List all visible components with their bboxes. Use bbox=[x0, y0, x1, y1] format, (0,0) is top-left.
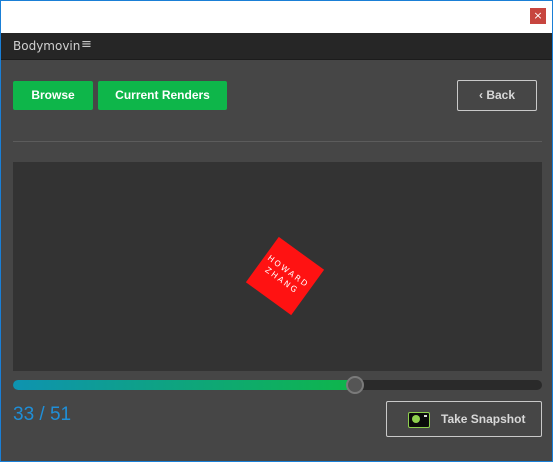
animation-preview: HOWARD ZHANG bbox=[13, 162, 542, 371]
timeline-slider-thumb[interactable] bbox=[346, 376, 365, 394]
bodymovin-panel: Bodymovin ≡ Browse Current Renders ‹ Bac… bbox=[1, 33, 552, 461]
take-snapshot-button[interactable]: Take Snapshot bbox=[386, 401, 542, 437]
panel-header: Bodymovin ≡ bbox=[1, 33, 552, 60]
timeline-slider-fill bbox=[13, 380, 356, 390]
browse-button[interactable]: Browse bbox=[13, 81, 93, 110]
plugin-window: × Bodymovin ≡ Browse Current Renders ‹ B… bbox=[0, 0, 553, 462]
camera-flash bbox=[424, 415, 427, 417]
camera-icon bbox=[408, 412, 430, 428]
frame-counter: 33 / 51 bbox=[13, 404, 72, 425]
timeline-slider[interactable] bbox=[13, 376, 542, 394]
back-button[interactable]: ‹ Back bbox=[457, 80, 537, 111]
close-button[interactable]: × bbox=[530, 8, 546, 24]
current-renders-button[interactable]: Current Renders bbox=[98, 81, 227, 110]
howard-zhang-logo: HOWARD ZHANG bbox=[245, 236, 325, 316]
hamburger-menu-icon[interactable]: ≡ bbox=[81, 37, 92, 52]
panel-title: Bodymovin bbox=[13, 39, 81, 53]
window-titlebar: × bbox=[1, 1, 552, 32]
take-snapshot-label: Take Snapshot bbox=[441, 412, 526, 426]
divider bbox=[13, 141, 542, 142]
camera-lens bbox=[412, 415, 420, 423]
